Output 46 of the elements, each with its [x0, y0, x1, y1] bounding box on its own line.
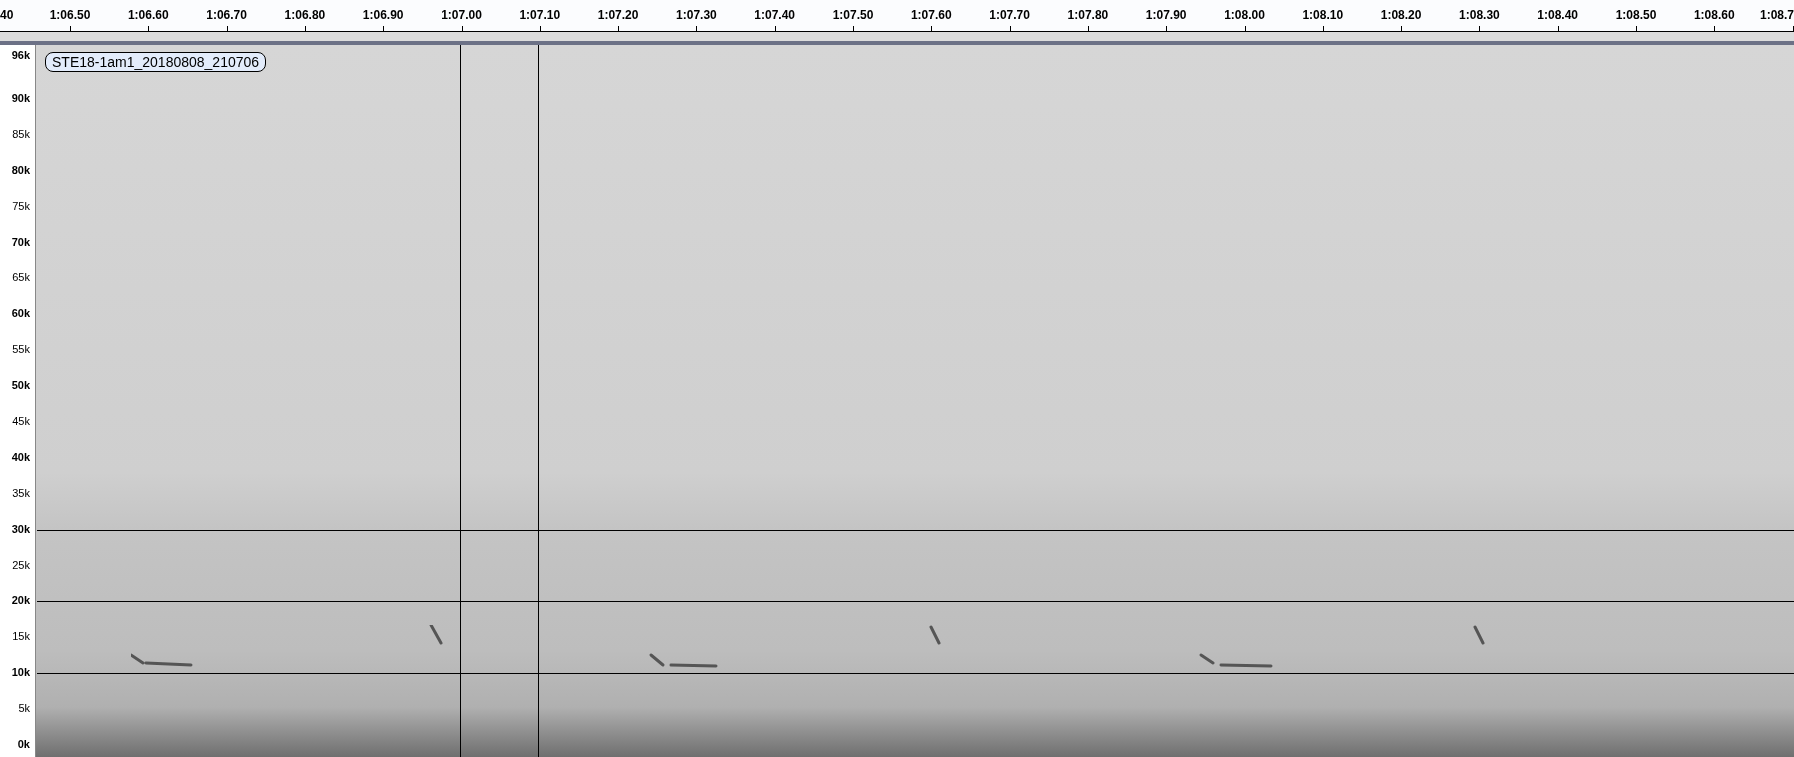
- time-label: 40: [0, 7, 14, 24]
- frequency-label: 55k: [12, 344, 30, 356]
- frequency-label: 75k: [12, 200, 30, 212]
- time-label: 1:08.7: [1759, 7, 1794, 24]
- time-label: 1:07.10: [519, 7, 561, 24]
- time-label: 1:07.80: [1067, 7, 1109, 24]
- frequency-label: 35k: [12, 487, 30, 499]
- time-label: 1:08.00: [1224, 7, 1265, 24]
- frequency-label: 10k: [11, 667, 30, 679]
- time-ruler[interactable]: 40 1:06.50 1:06.60 1:06.70 1:06.80 1:06.90 1:07.00 1:07.10 1:07.20 1:07.30 1:07.40 1:07.50 1:07.60 1:07.70 1:07.80 1:07.90 1:08.00 1:08.10 1:08.20 1:08.30 1:08.40 1:08.50 1:08.60 1:08.7: [0, 0, 1794, 32]
- time-label: 1:07.30: [676, 7, 717, 24]
- time-label: 1:07.50: [832, 7, 874, 24]
- frequency-label: 50k: [11, 380, 30, 392]
- time-label: 1:06.50: [49, 7, 91, 24]
- frequency-label: 0k: [17, 739, 30, 750]
- time-label: 1:06.80: [284, 7, 326, 24]
- frequency-label: 40k: [11, 451, 30, 463]
- frequency-label: 20k: [11, 595, 30, 607]
- frequency-label: 5k: [18, 703, 30, 715]
- frequency-label: 45k: [12, 416, 30, 428]
- time-label: 1:08.60: [1693, 7, 1735, 24]
- time-label: 1:07.00: [441, 7, 482, 24]
- time-label: 1:07.60: [910, 7, 952, 24]
- frequency-label: 60k: [11, 308, 30, 320]
- frequency-label: 25k: [12, 559, 30, 571]
- time-label: 1:07.20: [597, 7, 639, 24]
- time-label: 1:07.70: [989, 7, 1030, 24]
- frequency-label: 15k: [12, 631, 30, 643]
- time-label: 1:08.50: [1615, 7, 1657, 24]
- time-label: 1:08.30: [1459, 7, 1500, 24]
- frequency-label: 85k: [12, 128, 30, 140]
- time-label: 1:07.90: [1145, 7, 1187, 24]
- time-label: 1:06.60: [127, 7, 169, 24]
- track-name-label[interactable]: STE18-1am1_20180808_210706: [45, 52, 267, 72]
- frequency-label: 70k: [11, 236, 30, 248]
- frequency-label: 80k: [11, 164, 30, 176]
- time-label: 1:08.20: [1380, 7, 1422, 24]
- frequency-label: 90k: [11, 93, 30, 105]
- frequency-label: 96k: [11, 50, 30, 61]
- frequency-label: 65k: [12, 272, 30, 284]
- time-label: 1:07.40: [754, 7, 796, 24]
- time-label: 1:08.10: [1302, 7, 1344, 24]
- time-label: 1:06.90: [362, 7, 404, 24]
- time-label: 1:08.40: [1537, 7, 1579, 24]
- frequency-label: 30k: [11, 523, 30, 535]
- time-label: 1:06.70: [206, 7, 247, 24]
